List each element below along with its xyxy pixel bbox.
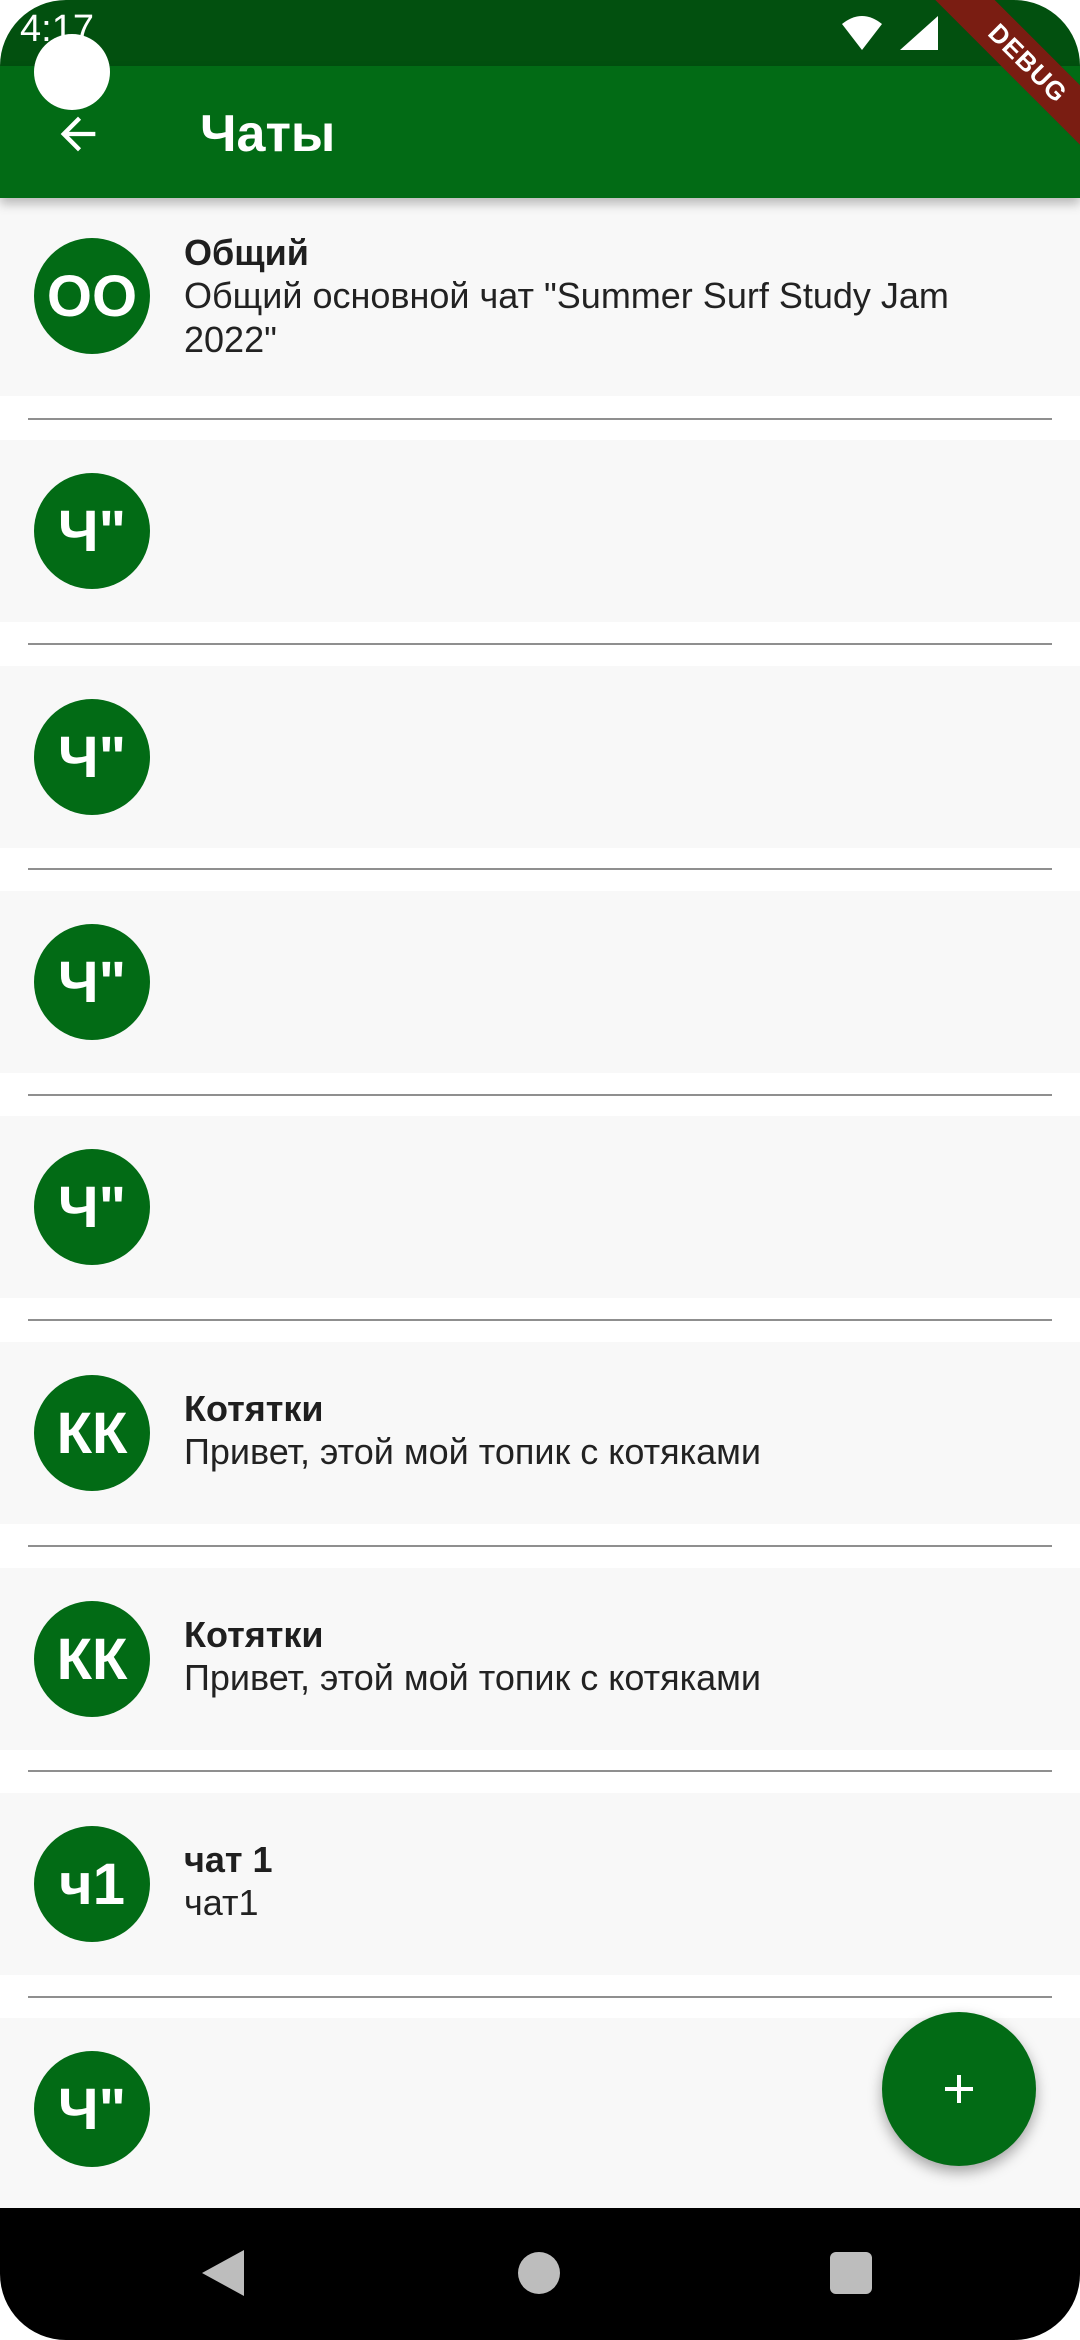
- chat-name: Общий: [184, 232, 309, 273]
- divider: [28, 868, 1052, 870]
- divider: [28, 1094, 1052, 1096]
- chat-item[interactable]: Ч": [0, 891, 1080, 1073]
- chat-name: Котятки: [184, 1388, 324, 1429]
- avatar: КК: [34, 1601, 150, 1717]
- app-bar: Чаты: [0, 66, 1080, 198]
- system-nav-bar: [0, 2208, 1080, 2340]
- chat-item-kittens[interactable]: КК Котятки Привет, этой мой топик с котя…: [0, 1568, 1080, 1750]
- chat-name: Котятки: [184, 1614, 324, 1655]
- chat-subtitle: чат1: [184, 1882, 259, 1923]
- phone-screen: 4:17 Чаты DEBUG ОО Общий Общий основной …: [0, 0, 1080, 2340]
- plus-icon: [945, 2075, 973, 2103]
- chat-subtitle: Общий основной чат "Summer Surf Study Ja…: [184, 275, 949, 360]
- camera-cutout-icon: [34, 34, 110, 110]
- chat-item[interactable]: Ч": [0, 1116, 1080, 1298]
- circle-home-icon[interactable]: [518, 2252, 560, 2294]
- avatar: Ч": [34, 2051, 150, 2167]
- avatar: ч1: [34, 1826, 150, 1942]
- chat-name: чат 1: [184, 1839, 273, 1880]
- divider: [28, 418, 1052, 420]
- chat-subtitle: Привет, этой мой топик с котяками: [184, 1657, 761, 1698]
- square-recents-icon[interactable]: [830, 2252, 872, 2294]
- arrow-back-icon: [60, 116, 96, 152]
- triangle-back-icon[interactable]: [200, 2248, 246, 2298]
- status-icons: [842, 16, 938, 50]
- chat-list[interactable]: ОО Общий Общий основной чат "Summer Surf…: [0, 198, 1080, 2208]
- avatar: ОО: [34, 238, 150, 354]
- avatar: Ч": [34, 924, 150, 1040]
- page-title: Чаты: [200, 105, 336, 163]
- chat-subtitle: Привет, этой мой топик с котяками: [184, 1431, 761, 1472]
- divider: [28, 1996, 1052, 1998]
- divider: [28, 1545, 1052, 1547]
- divider: [28, 1319, 1052, 1321]
- chat-item[interactable]: Ч": [0, 440, 1080, 622]
- divider: [28, 643, 1052, 645]
- chat-item-chat1[interactable]: ч1 чат 1 чат1: [0, 1793, 1080, 1975]
- avatar: Ч": [34, 1149, 150, 1265]
- wifi-icon: [842, 16, 882, 50]
- chat-item-kittens[interactable]: КК Котятки Привет, этой мой топик с котя…: [0, 1342, 1080, 1524]
- divider: [28, 1770, 1052, 1772]
- avatar: Ч": [34, 699, 150, 815]
- chat-item-general[interactable]: ОО Общий Общий основной чат "Summer Surf…: [0, 198, 1080, 396]
- avatar: КК: [34, 1375, 150, 1491]
- signal-icon: [900, 16, 938, 50]
- status-bar: 4:17: [0, 0, 1080, 66]
- chat-item[interactable]: Ч": [0, 666, 1080, 848]
- avatar: Ч": [34, 473, 150, 589]
- add-chat-button[interactable]: [882, 2012, 1036, 2166]
